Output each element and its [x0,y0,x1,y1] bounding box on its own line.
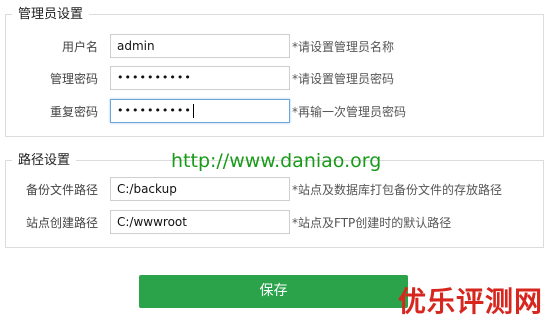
username-input[interactable]: admin [110,34,290,58]
backup-path-hint: *站点及数据库打包备份文件的存放路径 [292,183,503,197]
backup-path-input[interactable]: C:/backup [110,177,290,201]
save-button[interactable]: 保存 [139,275,408,308]
username-label: 用户名 [61,40,98,54]
path-settings-section: 路径设置 备份文件路径 C:/backup *站点及数据库打包备份文件的存放路径… [5,152,544,248]
password-row: 管理密码 •••••••••• *请设置管理员密码 [6,66,543,92]
text-caret [192,104,194,118]
path-settings-legend: 路径设置 [12,152,77,170]
repeat-password-label: 重复密码 [49,105,98,119]
password-label: 管理密码 [49,72,98,86]
username-hint: *请设置管理员名称 [292,40,395,54]
username-row: 用户名 admin *请设置管理员名称 [6,34,543,60]
password-hint: *请设置管理员密码 [292,72,395,86]
backup-path-label: 备份文件路径 [25,183,98,197]
site-path-hint: *站点及FTP创建时的默认路径 [292,216,452,230]
site-path-input[interactable]: C:/wwwroot [110,210,290,234]
brand-watermark: 优乐评测网 [397,285,543,318]
repeat-password-value: •••••••••• [117,104,192,117]
url-watermark: http://www.daniao.org [171,150,382,172]
site-path-label: 站点创建路径 [25,216,98,230]
admin-settings-section: 管理员设置 用户名 admin *请设置管理员名称 管理密码 •••••••••… [5,6,544,137]
site-path-row: 站点创建路径 C:/wwwroot *站点及FTP创建时的默认路径 [6,210,543,236]
backup-path-row: 备份文件路径 C:/backup *站点及数据库打包备份文件的存放路径 [6,177,543,203]
repeat-password-hint: *再输一次管理员密码 [292,105,407,119]
password-input[interactable]: •••••••••• [110,66,290,90]
repeat-password-row: 重复密码 •••••••••• *再输一次管理员密码 [6,99,543,125]
repeat-password-input[interactable]: •••••••••• [110,99,290,123]
admin-settings-legend: 管理员设置 [12,6,90,24]
